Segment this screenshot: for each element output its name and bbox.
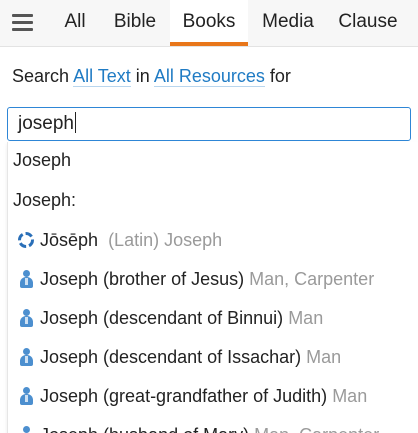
- tab-bible[interactable]: Bible: [102, 0, 168, 46]
- suggestion-item[interactable]: Joseph:: [8, 182, 418, 218]
- search-scope-line: Search All Text in All Resources for: [12, 66, 291, 87]
- suggestion-detail: Man, Carpenter: [249, 269, 375, 289]
- suggestion-label: Joseph:: [13, 190, 77, 210]
- person-icon: [18, 309, 34, 327]
- search-input-value: joseph: [18, 113, 74, 134]
- suggestion-item[interactable]: Joseph (husband of Mary) Man, Carpenter: [8, 417, 418, 433]
- suggestion-label: Joseph (great-grandfather of Judith): [40, 386, 328, 406]
- suggestion-label: Joseph (brother of Jesus): [40, 269, 245, 289]
- suggestion-item[interactable]: Joseph (descendant of Issachar) Man: [8, 339, 418, 375]
- suggestion-detail: Man, Carpenter: [254, 425, 379, 433]
- tab-all[interactable]: All: [52, 0, 98, 46]
- suggestion-label: Joseph (descendant of Binnui): [40, 308, 284, 328]
- suggestion-label-group: Joseph (brother of Jesus) Man, Carpenter: [40, 261, 374, 297]
- suggestion-label: Jōsēph: [40, 230, 99, 250]
- text-caret: [75, 111, 76, 133]
- suggestion-label: Joseph (husband of Mary): [40, 425, 249, 433]
- tab-books[interactable]: Books: [170, 0, 248, 46]
- tab-clause[interactable]: Clause: [328, 0, 408, 46]
- search-prefix: Search: [12, 66, 70, 86]
- search-for-label: for: [269, 66, 291, 86]
- suggestion-detail: Man: [288, 308, 324, 328]
- suggestion-detail: Man: [332, 386, 368, 406]
- suggestion-item[interactable]: Jōsēph (Latin) Joseph: [8, 222, 418, 258]
- suggestion-label: Joseph: [13, 150, 72, 170]
- language-ring-icon: [18, 232, 34, 248]
- suggestion-detail: Man: [306, 347, 342, 367]
- suggestion-label-group: Joseph (descendant of Issachar) Man: [40, 339, 341, 375]
- suggestion-detail: (Latin) Joseph: [108, 230, 223, 250]
- search-input[interactable]: joseph: [7, 107, 411, 141]
- person-icon: [18, 426, 34, 433]
- suggestion-label-group: Joseph (descendant of Binnui) Man: [40, 300, 323, 336]
- suggestions-dropdown: Joseph Joseph: Jōsēph (Latin) Joseph Jos…: [7, 142, 418, 433]
- suggestion-item[interactable]: Joseph: [8, 142, 418, 178]
- tab-bar: All Bible Books Media Clause: [0, 0, 418, 47]
- person-icon: [18, 387, 34, 405]
- tab-media[interactable]: Media: [252, 0, 324, 46]
- search-resources-link[interactable]: All Resources: [153, 66, 265, 87]
- search-scope-link[interactable]: All Text: [73, 66, 131, 87]
- suggestion-item[interactable]: Joseph (great-grandfather of Judith) Man: [8, 378, 418, 414]
- hamburger-menu-icon[interactable]: [12, 11, 34, 33]
- person-icon: [18, 348, 34, 366]
- suggestion-item[interactable]: Joseph (brother of Jesus) Man, Carpenter: [8, 261, 418, 297]
- suggestion-label-group: Jōsēph (Latin) Joseph: [40, 222, 222, 258]
- suggestion-item[interactable]: Joseph (descendant of Binnui) Man: [8, 300, 418, 336]
- suggestion-label-group: Joseph (husband of Mary) Man, Carpenter: [40, 417, 379, 433]
- search-in-label: in: [135, 66, 150, 86]
- suggestion-label-group: Joseph (great-grandfather of Judith) Man: [40, 378, 367, 414]
- suggestion-label: Joseph (descendant of Issachar): [40, 347, 302, 367]
- person-icon: [18, 270, 34, 288]
